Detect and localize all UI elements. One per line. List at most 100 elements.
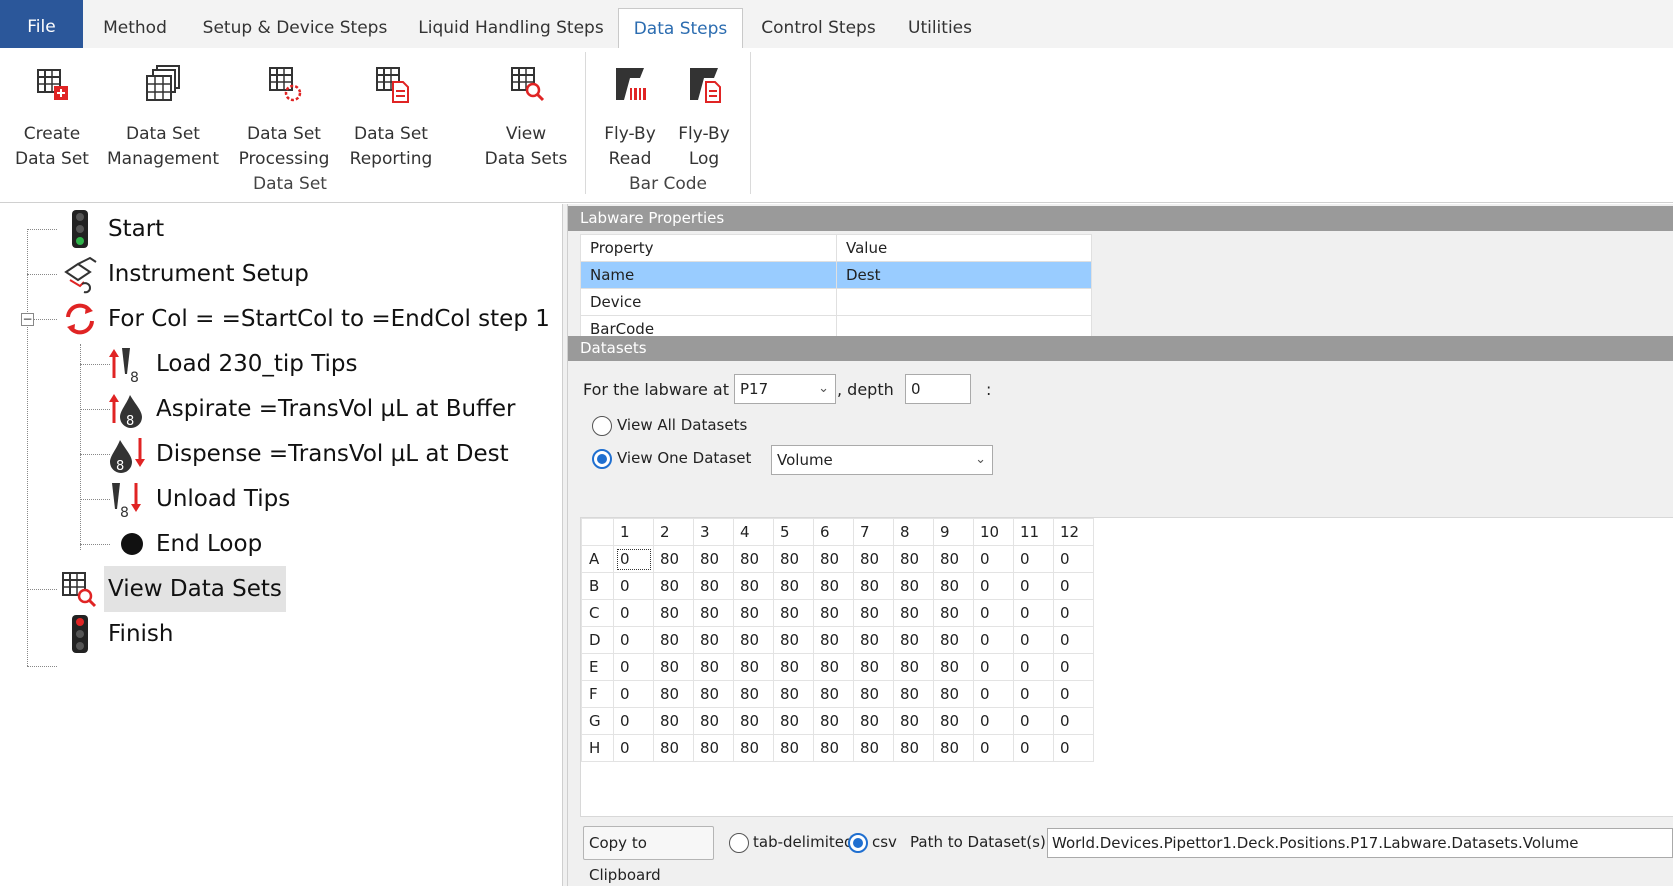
path-to-datasets-field[interactable]: World.Devices.Pipettor1.Deck.Positions.P… (1047, 828, 1673, 858)
grid-cell[interactable]: 80 (813, 572, 854, 600)
grid-cell[interactable]: 80 (933, 707, 974, 735)
grid-cell[interactable]: 80 (653, 653, 694, 681)
dataset-management-button[interactable]: Data Set Management (104, 54, 222, 169)
grid-cell[interactable]: 80 (933, 545, 974, 573)
grid-cell[interactable]: 80 (933, 572, 974, 600)
tab-control-steps[interactable]: Control Steps (756, 8, 881, 48)
grid-cell[interactable]: 80 (653, 680, 694, 708)
grid-cell[interactable]: 80 (893, 680, 934, 708)
grid-cell[interactable]: 80 (813, 599, 854, 627)
grid-cell[interactable]: 0 (1053, 545, 1094, 573)
grid-cell[interactable]: 80 (813, 734, 854, 762)
grid-cell[interactable]: 80 (733, 707, 774, 735)
grid-cell[interactable]: 80 (893, 599, 934, 627)
csv-radio[interactable] (848, 833, 868, 853)
copy-to-clipboard-button[interactable]: Copy to Clipboard (583, 826, 714, 884)
grid-cell[interactable]: 0 (1013, 734, 1054, 762)
dataset-grid[interactable]: 1 2 3 4 5 6 7 8 9 10 11 12 A 0 80 80 80 80 80 80 80 80 0 0 0 B 0 8… (581, 518, 1094, 762)
grid-cell[interactable]: 80 (653, 707, 694, 735)
grid-cell[interactable]: 0 (1013, 572, 1054, 600)
grid-cell[interactable]: 80 (733, 626, 774, 654)
grid-cell[interactable]: 80 (653, 626, 694, 654)
grid-cell[interactable]: 80 (893, 545, 934, 573)
grid-cell[interactable]: 0 (1013, 680, 1054, 708)
grid-cell[interactable]: 80 (933, 680, 974, 708)
grid-cell[interactable]: 80 (853, 599, 894, 627)
tab-setup-device-steps[interactable]: Setup & Device Steps (200, 8, 390, 48)
grid-cell[interactable]: 80 (773, 653, 814, 681)
grid-cell[interactable]: 80 (853, 572, 894, 600)
grid-cell[interactable]: 0 (613, 572, 654, 600)
grid-cell[interactable]: 80 (693, 545, 734, 573)
dataset-processing-button[interactable]: Data Set Processing (234, 54, 334, 169)
grid-cell[interactable]: 80 (893, 653, 934, 681)
grid-cell[interactable]: 80 (733, 599, 774, 627)
tab-method[interactable]: Method (100, 8, 170, 48)
grid-cell[interactable]: 0 (973, 707, 1014, 735)
grid-cell[interactable]: 0 (613, 734, 654, 762)
grid-cell[interactable]: 0 (1013, 545, 1054, 573)
labware-location-select[interactable]: P17 ⌄ (734, 374, 836, 404)
grid-cell[interactable]: 0 (1013, 626, 1054, 654)
grid-cell[interactable]: 80 (933, 653, 974, 681)
tab-liquid-handling-steps[interactable]: Liquid Handling Steps (416, 8, 606, 48)
grid-cell[interactable]: 80 (773, 734, 814, 762)
grid-cell[interactable]: 80 (773, 599, 814, 627)
tab-delimited-radio[interactable] (729, 833, 749, 853)
grid-cell[interactable]: 0 (1053, 572, 1094, 600)
tab-file[interactable]: File (0, 0, 83, 48)
dataset-reporting-button[interactable]: Data Set Reporting (345, 54, 437, 169)
grid-cell[interactable]: 80 (773, 545, 814, 573)
flyby-log-button[interactable]: Fly-By Log (672, 54, 736, 169)
tab-delimited-label[interactable]: tab-delimited (753, 833, 854, 851)
grid-cell[interactable]: 0 (1053, 599, 1094, 627)
grid-cell[interactable]: 80 (853, 707, 894, 735)
grid-cell[interactable]: 80 (693, 653, 734, 681)
grid-cell[interactable]: 80 (733, 680, 774, 708)
grid-cell[interactable]: 0 (613, 707, 654, 735)
grid-cell[interactable]: 0 (1053, 707, 1094, 735)
depth-input[interactable]: 0 (905, 374, 971, 404)
grid-cell[interactable]: 80 (813, 653, 854, 681)
property-row-name[interactable]: Name Dest (580, 261, 1092, 289)
grid-cell[interactable]: 80 (693, 707, 734, 735)
create-dataset-button[interactable]: Create Data Set (10, 54, 94, 169)
grid-cell[interactable]: 0 (973, 572, 1014, 600)
grid-cell[interactable]: 80 (813, 626, 854, 654)
grid-cell[interactable]: 0 (1053, 626, 1094, 654)
view-all-datasets-radio[interactable] (592, 416, 612, 436)
grid-cell[interactable]: 80 (653, 599, 694, 627)
grid-cell[interactable]: 0 (613, 626, 654, 654)
grid-cell[interactable]: 80 (933, 734, 974, 762)
grid-cell[interactable]: 80 (773, 680, 814, 708)
grid-cell[interactable]: 80 (733, 545, 774, 573)
property-value[interactable]: Dest (836, 261, 1092, 289)
grid-cell[interactable]: 80 (693, 734, 734, 762)
grid-cell[interactable]: 0 (973, 680, 1014, 708)
dataset-select[interactable]: Volume ⌄ (771, 445, 993, 475)
grid-cell[interactable]: 80 (653, 572, 694, 600)
grid-cell[interactable]: 80 (933, 599, 974, 627)
grid-cell[interactable]: 0 (973, 626, 1014, 654)
grid-cell[interactable]: 0 (613, 680, 654, 708)
grid-cell[interactable]: 80 (733, 734, 774, 762)
grid-cell[interactable]: 80 (853, 545, 894, 573)
grid-cell[interactable]: 80 (893, 707, 934, 735)
grid-cell[interactable]: 0 (1053, 680, 1094, 708)
collapse-toggle[interactable]: − (21, 313, 34, 326)
grid-cell[interactable]: 80 (693, 599, 734, 627)
grid-cell[interactable]: 80 (933, 626, 974, 654)
tab-data-steps[interactable]: Data Steps (618, 8, 743, 49)
grid-cell[interactable]: 0 (613, 545, 654, 573)
property-value[interactable] (836, 288, 1092, 316)
grid-cell[interactable]: 80 (853, 653, 894, 681)
grid-cell[interactable]: 80 (813, 680, 854, 708)
grid-cell[interactable]: 80 (693, 680, 734, 708)
view-one-dataset-radio[interactable] (592, 449, 612, 469)
grid-cell[interactable]: 0 (613, 599, 654, 627)
grid-cell[interactable]: 80 (693, 572, 734, 600)
grid-cell[interactable]: 80 (653, 734, 694, 762)
grid-cell[interactable]: 0 (973, 599, 1014, 627)
grid-cell[interactable]: 0 (1013, 653, 1054, 681)
property-row-device[interactable]: Device (580, 288, 1092, 316)
